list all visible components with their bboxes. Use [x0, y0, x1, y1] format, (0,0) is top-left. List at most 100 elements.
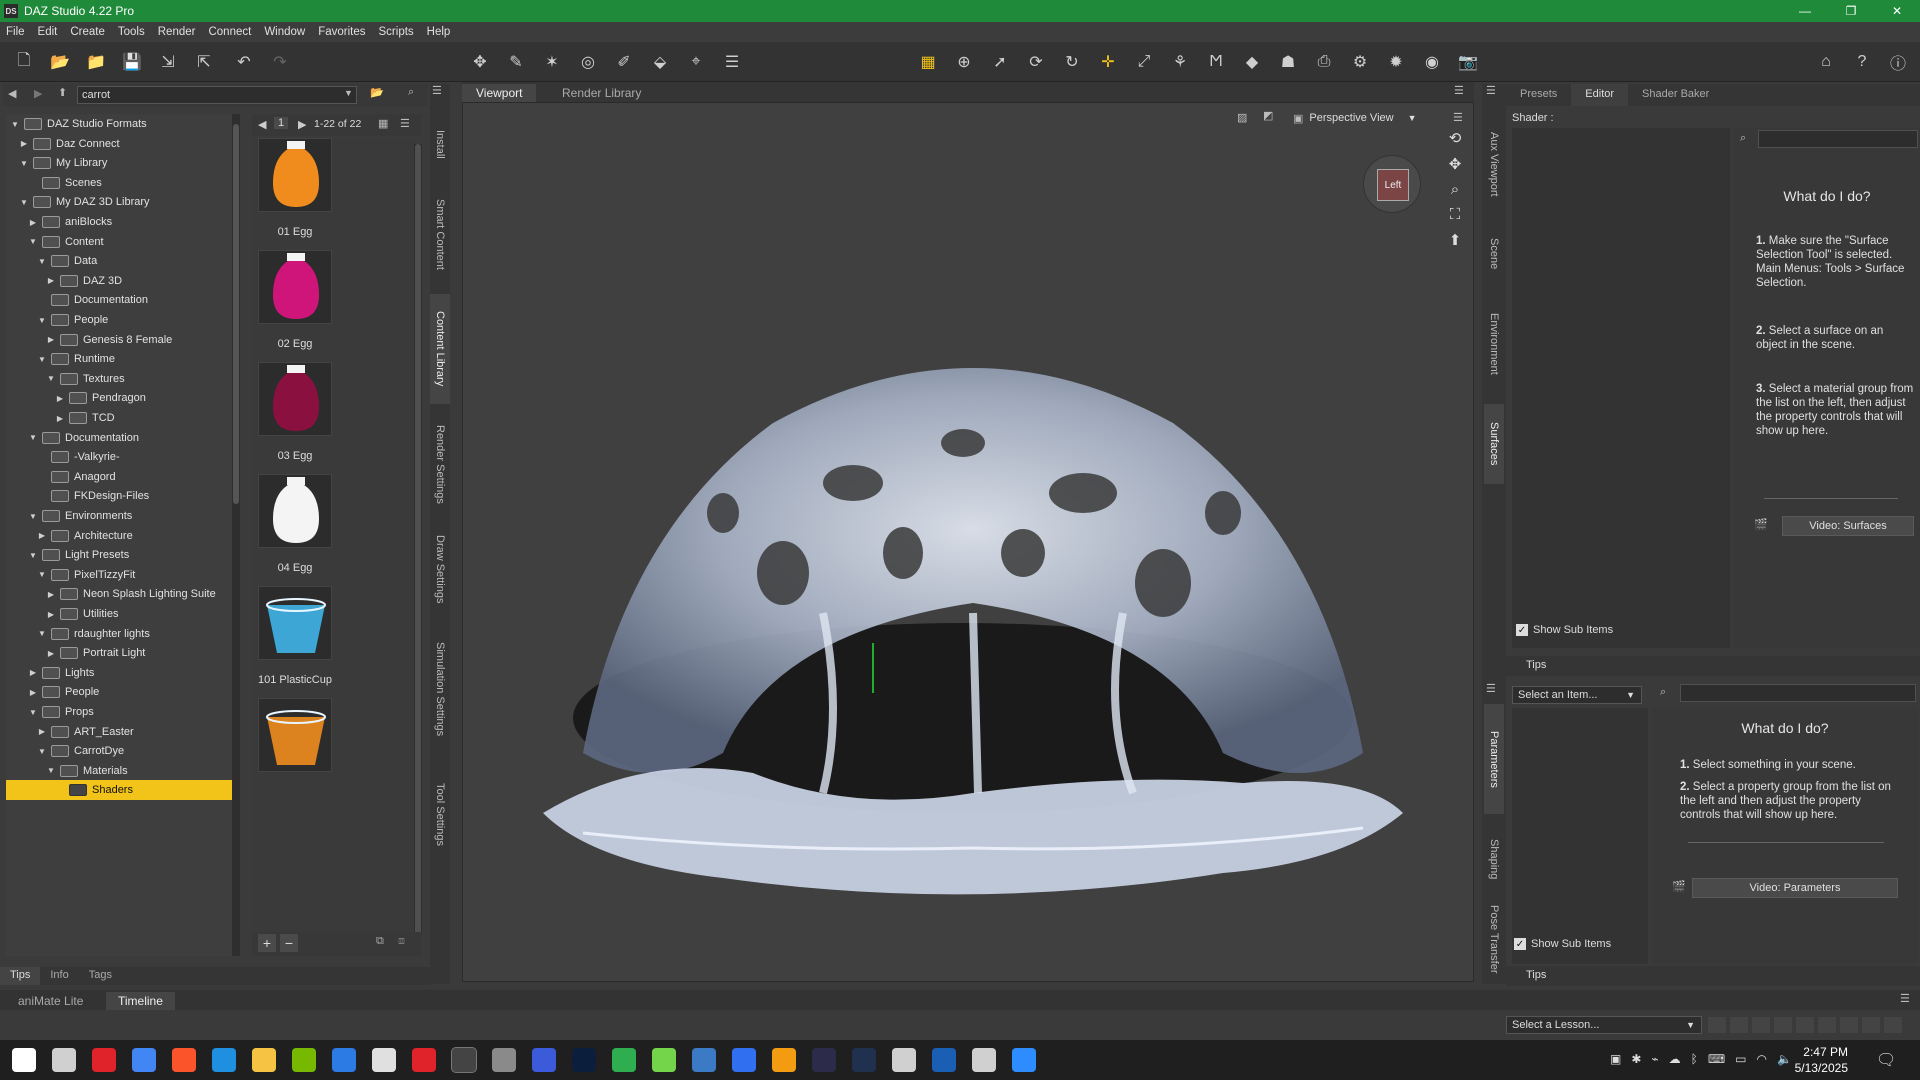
- folder-options-icon[interactable]: 📂: [370, 86, 384, 99]
- tree-item[interactable]: ▶ ART_Easter: [6, 722, 236, 742]
- tree-item[interactable]: ▶ TCD: [6, 408, 236, 428]
- show-sub-items-parameters[interactable]: ✓ Show Sub Items: [1514, 938, 1611, 950]
- frame-icon[interactable]: ⛶: [1450, 206, 1461, 223]
- davinci-icon[interactable]: [852, 1048, 876, 1072]
- collapse-arrow-icon[interactable]: ▶: [55, 414, 65, 423]
- transform-icon[interactable]: ⌖: [684, 50, 708, 74]
- rotate-icon[interactable]: ↻: [1060, 50, 1084, 74]
- search-icon[interactable]: ⌕: [408, 86, 414, 99]
- tree-item[interactable]: ▼ Environments: [6, 506, 236, 526]
- tree-item[interactable]: ▶ aniBlocks: [6, 212, 236, 232]
- panel-menu-icon[interactable]: ☰: [432, 84, 448, 98]
- menu-render[interactable]: Render: [158, 26, 196, 38]
- tray-icon[interactable]: ✱: [1631, 1052, 1641, 1066]
- collapse-arrow-icon[interactable]: ▶: [19, 139, 29, 148]
- vtab-install[interactable]: Install: [430, 114, 450, 174]
- file-explorer-icon[interactable]: [252, 1048, 276, 1072]
- obs-icon[interactable]: [972, 1048, 996, 1072]
- open-icon[interactable]: 📂: [48, 50, 72, 74]
- app-dark-icon[interactable]: [812, 1048, 836, 1072]
- app-blue-icon[interactable]: [532, 1048, 556, 1072]
- menu-help[interactable]: Help: [427, 26, 451, 38]
- material-list[interactable]: [1512, 128, 1730, 648]
- surface-tool-icon[interactable]: ◆: [1240, 50, 1264, 74]
- tree-item[interactable]: Anagord: [6, 467, 236, 487]
- expand-arrow-icon[interactable]: ▼: [37, 570, 47, 579]
- tree-item[interactable]: ▼ Props: [6, 702, 236, 722]
- app-ab-icon[interactable]: [932, 1048, 956, 1072]
- collapse-arrow-icon[interactable]: ▶: [28, 218, 38, 227]
- nvidia-icon[interactable]: [292, 1048, 316, 1072]
- translate-icon[interactable]: ✛: [1096, 50, 1120, 74]
- help-icon[interactable]: ⓘ: [1886, 50, 1910, 74]
- app-bolt-icon[interactable]: [332, 1048, 356, 1072]
- redo-icon[interactable]: ↷: [268, 50, 292, 74]
- video-surfaces-button[interactable]: Video: Surfaces: [1782, 516, 1914, 536]
- thumbnail-scrollbar[interactable]: [414, 144, 422, 954]
- collapse-arrow-icon[interactable]: ▶: [28, 668, 38, 677]
- collapse-arrow-icon[interactable]: ▶: [37, 727, 47, 736]
- tree-item[interactable]: ▶ Utilities: [6, 604, 236, 624]
- chrome-icon[interactable]: [132, 1048, 156, 1072]
- menu-favorites[interactable]: Favorites: [318, 26, 365, 38]
- menu-connect[interactable]: Connect: [208, 26, 251, 38]
- task-view-icon[interactable]: [52, 1048, 76, 1072]
- expand-arrow-icon[interactable]: ▼: [37, 316, 47, 325]
- tree-item[interactable]: ▼ CarrotDye: [6, 741, 236, 761]
- tree-item[interactable]: ▶ Genesis 8 Female: [6, 330, 236, 350]
- collapse-arrow-icon[interactable]: ▶: [46, 649, 56, 658]
- tab-tips[interactable]: Tips: [0, 967, 41, 985]
- tree-item[interactable]: ▼ People: [6, 310, 236, 330]
- viewport-options-icon[interactable]: ☰: [1453, 111, 1463, 124]
- app-red-icon[interactable]: [412, 1048, 436, 1072]
- tree-item[interactable]: ▶ Lights: [6, 663, 236, 683]
- qbittorrent-icon[interactable]: [692, 1048, 716, 1072]
- expand-arrow-icon[interactable]: ▼: [19, 159, 29, 168]
- joint-editor-icon[interactable]: ✥: [468, 50, 492, 74]
- menu-edit[interactable]: Edit: [38, 26, 58, 38]
- menu-window[interactable]: Window: [264, 26, 305, 38]
- tree-item[interactable]: ▼ Runtime: [6, 349, 236, 369]
- filter-search-icon[interactable]: ⌕: [1740, 132, 1746, 145]
- region-icon[interactable]: ◎: [576, 50, 600, 74]
- zoom-icon[interactable]: [1012, 1048, 1036, 1072]
- thumbnail-card[interactable]: [258, 586, 332, 660]
- notifications-icon[interactable]: 🗨: [1876, 1050, 1896, 1070]
- property-group-list[interactable]: [1512, 708, 1648, 964]
- thumbnail-card[interactable]: [258, 362, 332, 436]
- forward-arrow-icon[interactable]: ▶: [34, 87, 42, 100]
- restore-button[interactable]: ❐: [1828, 0, 1874, 22]
- vtab-pose-transfer[interactable]: Pose Transfer: [1484, 904, 1504, 974]
- tree-item[interactable]: ▶ Architecture: [6, 526, 236, 546]
- vtab-shaping[interactable]: Shaping: [1484, 824, 1504, 894]
- lesson-step[interactable]: [1730, 1017, 1748, 1033]
- copy-icon[interactable]: ⧉: [376, 935, 384, 948]
- align-icon[interactable]: ☰: [720, 50, 744, 74]
- next-page-icon[interactable]: ▶: [298, 118, 306, 131]
- tree-item[interactable]: -Valkyrie-: [6, 447, 236, 467]
- tree-item[interactable]: ▼ My DAZ 3D Library: [6, 192, 236, 212]
- tab-viewport[interactable]: Viewport: [462, 84, 537, 102]
- system-clock[interactable]: 2:47 PM 5/13/2025: [1768, 1044, 1848, 1076]
- expand-arrow-icon[interactable]: ▼: [28, 551, 38, 560]
- tray-icon[interactable]: ☁: [1669, 1052, 1681, 1066]
- paste-icon[interactable]: ⧈: [398, 935, 405, 948]
- expand-arrow-icon[interactable]: ▼: [37, 747, 47, 756]
- scale-icon[interactable]: ⤢: [1132, 50, 1156, 74]
- tree-item[interactable]: Scenes: [6, 173, 236, 193]
- collapse-arrow-icon[interactable]: ▶: [46, 590, 56, 599]
- windows-start-icon[interactable]: [12, 1048, 36, 1072]
- icon-view-icon[interactable]: ▦: [378, 117, 388, 130]
- tree-item[interactable]: Documentation: [6, 290, 236, 310]
- wifi-icon[interactable]: ◠: [1757, 1052, 1767, 1066]
- app-gray-icon[interactable]: [492, 1048, 516, 1072]
- lesson-step[interactable]: [1796, 1017, 1814, 1033]
- expand-arrow-icon[interactable]: ▼: [19, 198, 29, 207]
- minimize-button[interactable]: —: [1782, 0, 1828, 22]
- property-filter-input[interactable]: [1758, 130, 1918, 148]
- tree-item[interactable]: ▶ Neon Splash Lighting Suite: [6, 584, 236, 604]
- daz-studio-icon[interactable]: [451, 1047, 477, 1073]
- tab-presets[interactable]: Presets: [1506, 84, 1571, 106]
- expand-arrow-icon[interactable]: ▼: [37, 355, 47, 364]
- add-button[interactable]: +: [258, 934, 276, 952]
